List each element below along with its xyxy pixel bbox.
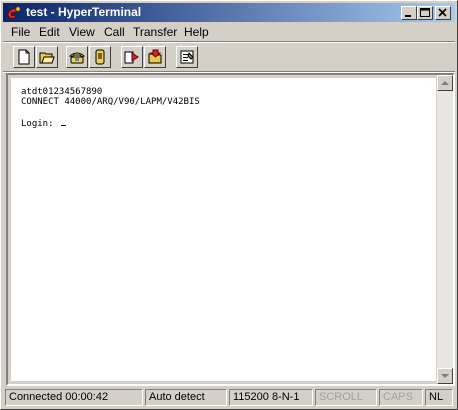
scroll-up-arrow-icon bbox=[441, 81, 449, 85]
maximize-icon bbox=[420, 8, 430, 17]
menu-view[interactable]: View bbox=[69, 25, 95, 39]
call-icon bbox=[69, 52, 85, 64]
new-connection-button[interactable] bbox=[13, 46, 35, 68]
window-title: test - HyperTerminal bbox=[26, 5, 142, 19]
open-button[interactable] bbox=[36, 46, 58, 68]
menu-transfer[interactable]: Transfer bbox=[133, 25, 177, 39]
properties-button[interactable] bbox=[176, 46, 198, 68]
terminal-screen[interactable]: atdt01234567890 CONNECT 44000/ARQ/V90/LA… bbox=[11, 78, 436, 381]
status-connected: Connected 00:00:42 bbox=[5, 389, 143, 406]
status-bar: Connected 00:00:42 Auto detect 115200 8-… bbox=[3, 388, 455, 407]
status-port-settings: 115200 8-N-1 bbox=[229, 389, 313, 406]
toolbar bbox=[3, 43, 455, 71]
open-icon bbox=[39, 52, 55, 64]
maximize-button[interactable] bbox=[417, 6, 433, 20]
scroll-down-arrow-icon bbox=[441, 374, 449, 378]
call-button[interactable] bbox=[66, 46, 88, 68]
close-icon bbox=[438, 8, 447, 17]
disconnect-icon bbox=[95, 49, 105, 65]
disconnect-button[interactable] bbox=[89, 46, 111, 68]
title-bar[interactable]: test - HyperTerminal bbox=[3, 3, 455, 22]
scroll-up-button[interactable] bbox=[437, 75, 453, 91]
status-num-lock: NL bbox=[425, 389, 453, 406]
terminal-frame: atdt01234567890 CONNECT 44000/ARQ/V90/LA… bbox=[6, 73, 455, 386]
menu-edit[interactable]: Edit bbox=[39, 25, 60, 39]
status-scroll-lock: SCROLL bbox=[315, 389, 377, 406]
login-prompt: Login: bbox=[21, 119, 59, 129]
terminal-text: atdt01234567890 CONNECT 44000/ARQ/V90/LA… bbox=[21, 87, 434, 129]
minimize-button[interactable] bbox=[401, 6, 417, 20]
vertical-scrollbar[interactable] bbox=[437, 75, 453, 384]
terminal-line: CONNECT 44000/ARQ/V90/LAPM/V42BIS bbox=[21, 97, 200, 107]
send-button[interactable] bbox=[121, 46, 143, 68]
receive-button[interactable] bbox=[144, 46, 166, 68]
menu-help[interactable]: Help bbox=[184, 25, 209, 39]
login-prompt-line: Login: bbox=[21, 119, 434, 129]
status-caps-lock: CAPS bbox=[379, 389, 423, 406]
hyperterminal-window: test - HyperTerminal File Edit View Call… bbox=[0, 0, 458, 410]
menu-bar: File Edit View Call Transfer Help bbox=[3, 23, 455, 41]
scroll-down-button[interactable] bbox=[437, 368, 453, 384]
send-icon bbox=[124, 51, 139, 64]
terminal-line: atdt01234567890 bbox=[21, 87, 103, 97]
text-cursor bbox=[60, 125, 66, 126]
hyperterminal-phone-icon[interactable] bbox=[6, 5, 22, 21]
receive-icon bbox=[148, 49, 162, 64]
status-auto-detect: Auto detect bbox=[145, 389, 227, 406]
minimize-icon bbox=[405, 15, 411, 17]
properties-icon bbox=[180, 50, 194, 64]
new-icon bbox=[18, 49, 30, 65]
close-button[interactable] bbox=[435, 6, 451, 20]
menu-file[interactable]: File bbox=[11, 25, 30, 39]
menu-call[interactable]: Call bbox=[104, 25, 125, 39]
